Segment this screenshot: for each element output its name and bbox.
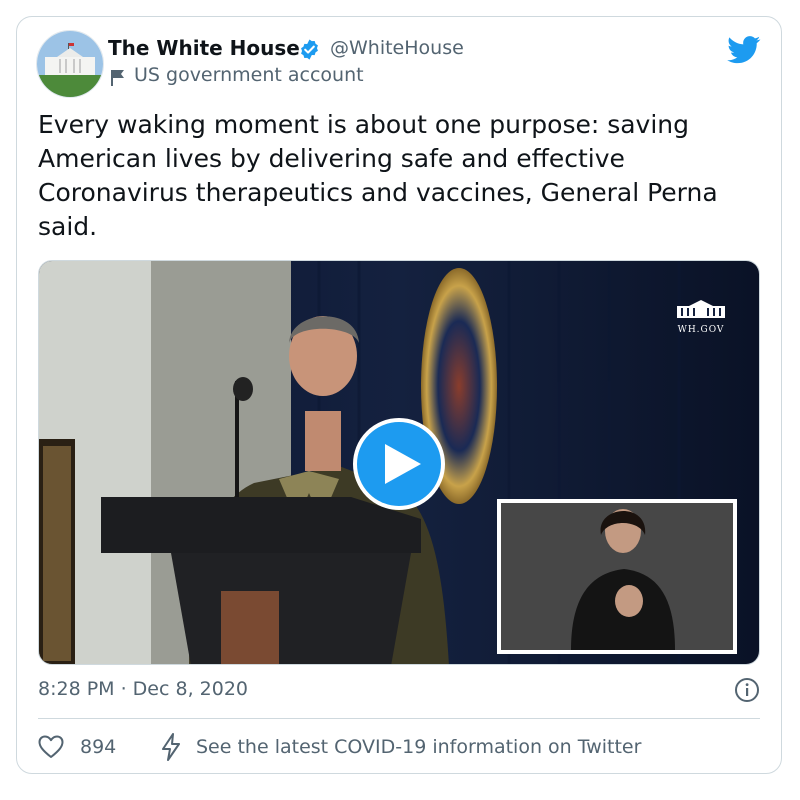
heart-icon[interactable] <box>38 735 64 759</box>
wh-gov-watermark: WH.GOV <box>677 325 725 335</box>
wh-gov-logo: WH.GOV <box>670 297 732 339</box>
covid-info-link[interactable]: See the latest COVID-19 information on T… <box>196 736 641 758</box>
tweet-text: Every waking moment is about one purpose… <box>38 110 718 241</box>
handle[interactable]: @WhiteHouse <box>330 37 464 59</box>
play-icon <box>385 444 421 484</box>
display-name[interactable]: The White House <box>108 36 300 60</box>
info-icon[interactable] <box>734 677 760 703</box>
verified-badge-icon <box>301 39 318 60</box>
avatar[interactable] <box>36 30 104 98</box>
white-house-avatar-image <box>37 31 103 97</box>
like-count: 894 <box>80 736 117 758</box>
video-player[interactable]: WH.GOV <box>38 260 760 665</box>
government-account-label: US government account <box>134 64 364 86</box>
white-house-logo-icon <box>677 300 725 318</box>
divider <box>38 718 760 719</box>
lightning-icon <box>162 733 180 761</box>
timestamp[interactable]: 8:28 PM · Dec 8, 2020 <box>38 678 248 700</box>
twitter-bird-icon[interactable] <box>727 36 761 64</box>
flag-icon <box>111 70 124 86</box>
play-button[interactable] <box>353 418 445 510</box>
